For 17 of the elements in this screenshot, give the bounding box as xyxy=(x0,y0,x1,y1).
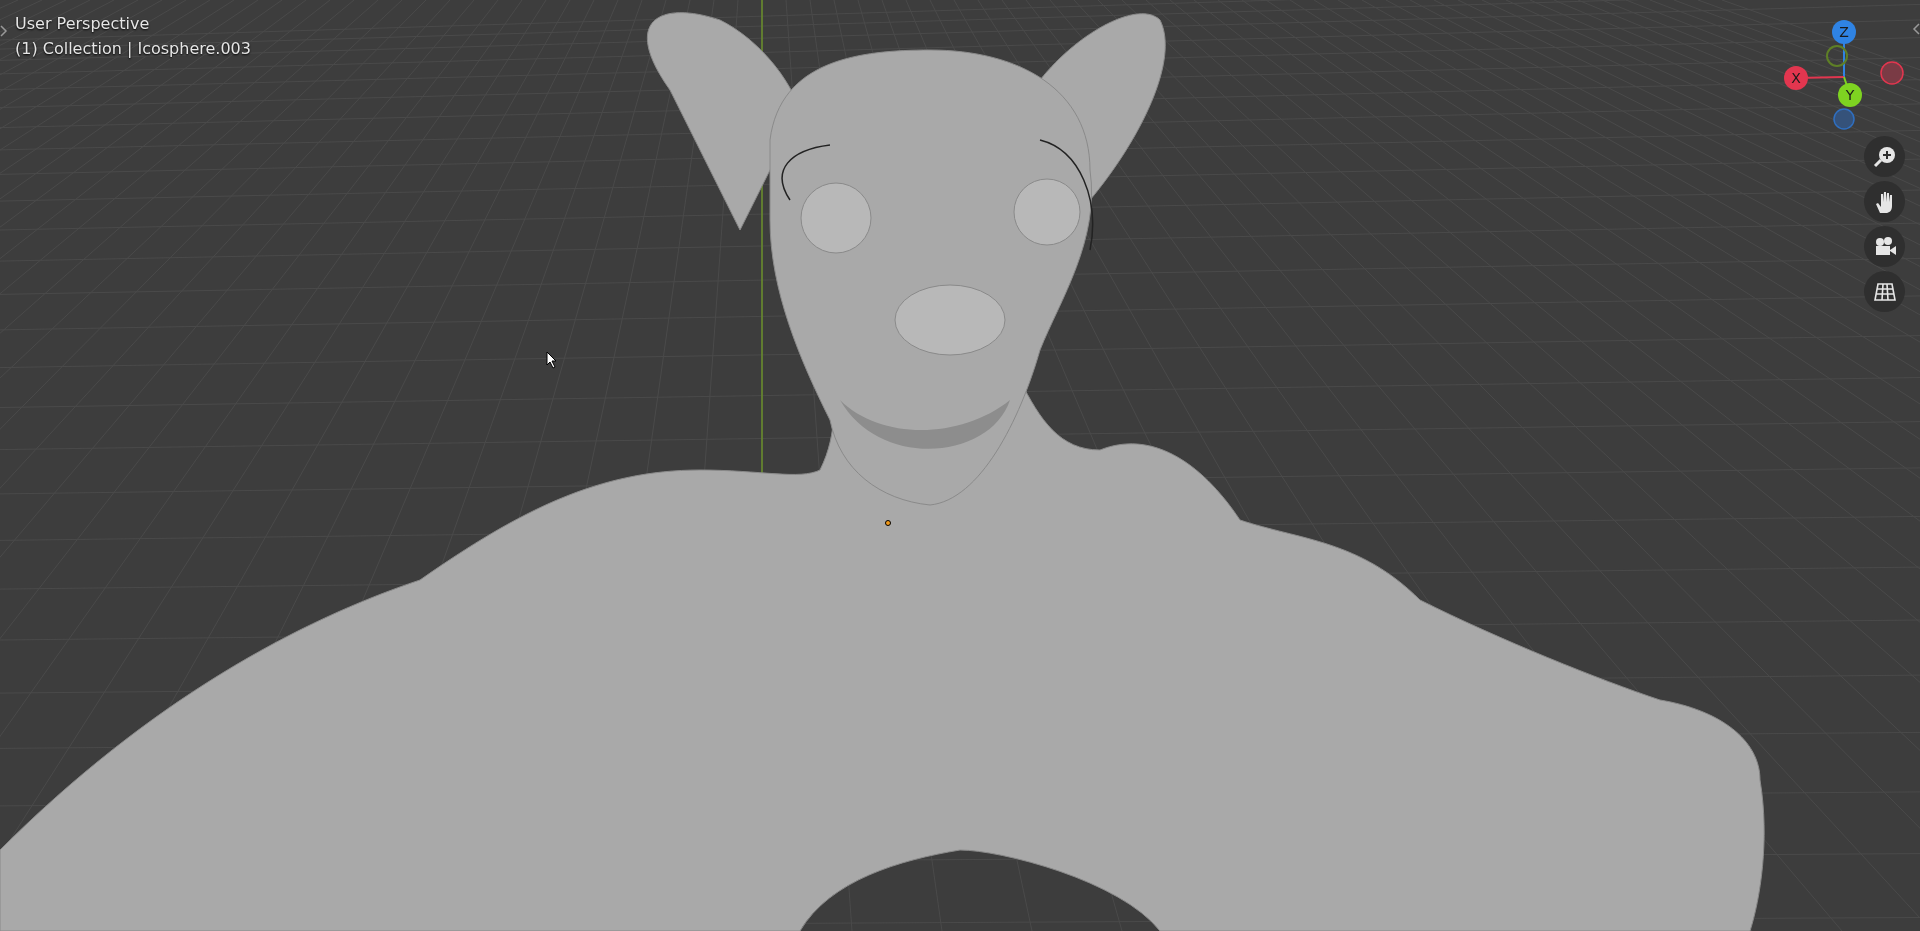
negative-z-axis-handle[interactable] xyxy=(1833,108,1855,130)
negative-y-axis-handle[interactable] xyxy=(1826,45,1848,67)
zoom-icon[interactable] xyxy=(1864,136,1905,177)
object-info: (1) Collection | Icosphere.003 xyxy=(15,39,251,58)
axis-handle[interactable]: X xyxy=(1784,66,1808,90)
mouse-pointer-icon xyxy=(546,351,558,369)
axis-handle[interactable]: Y xyxy=(1838,83,1862,107)
movie-camera-icon[interactable] xyxy=(1864,226,1905,267)
chevron-right-icon[interactable] xyxy=(0,24,8,38)
axis-handle[interactable]: Z xyxy=(1832,20,1856,44)
origin-point xyxy=(885,520,891,526)
chevron-left-icon[interactable] xyxy=(1912,22,1920,36)
negative-x-axis-handle[interactable] xyxy=(1880,61,1904,85)
grid-icon[interactable] xyxy=(1864,271,1905,312)
3d-viewport[interactable]: User Perspective (1) Collection | Icosphere.003 Z X Y xyxy=(0,0,1920,931)
hand-icon[interactable] xyxy=(1864,181,1905,222)
view-name: User Perspective xyxy=(15,14,151,33)
